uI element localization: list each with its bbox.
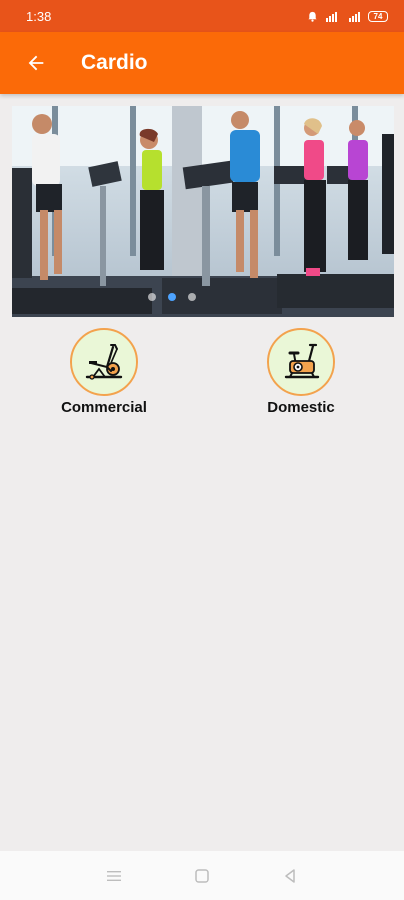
category-commercial-label[interactable]: Commercial — [61, 399, 147, 416]
alarm-icon — [308, 11, 317, 22]
category-domestic-circle[interactable] — [267, 328, 335, 396]
home-square-icon — [195, 868, 209, 883]
status-bar: 1:38 74 — [0, 0, 404, 32]
carousel-dot[interactable] — [188, 293, 196, 301]
back-triangle-icon — [285, 868, 295, 883]
back-nav-button[interactable] — [278, 864, 302, 888]
home-button[interactable] — [190, 864, 214, 888]
page-title: Cardio — [81, 51, 148, 74]
system-nav-bar — [0, 851, 404, 900]
menu-icon — [107, 870, 121, 881]
signal-icon — [349, 11, 360, 22]
menu-button[interactable] — [102, 864, 126, 888]
category-domestic-label[interactable]: Domestic — [267, 399, 335, 416]
category-commercial[interactable]: Commercial — [34, 328, 174, 416]
wifi-icon — [326, 11, 337, 22]
status-time: 1:38 — [26, 8, 52, 24]
back-button[interactable] — [16, 43, 56, 83]
battery-icon: 74 — [368, 10, 388, 22]
elliptical-trainer-icon — [85, 344, 123, 380]
app-bar: Cardio — [0, 32, 404, 94]
status-icons: 74 — [307, 10, 388, 22]
carousel-dot-active[interactable] — [168, 293, 176, 301]
exercise-bike-icon — [284, 343, 320, 379]
category-commercial-circle[interactable] — [70, 328, 138, 396]
carousel-dot[interactable] — [148, 293, 156, 301]
gym-treadmill-photo — [12, 106, 394, 317]
arrow-left-icon — [28, 55, 44, 71]
banner-carousel[interactable] — [12, 106, 394, 317]
category-domestic[interactable]: Domestic — [231, 328, 371, 416]
